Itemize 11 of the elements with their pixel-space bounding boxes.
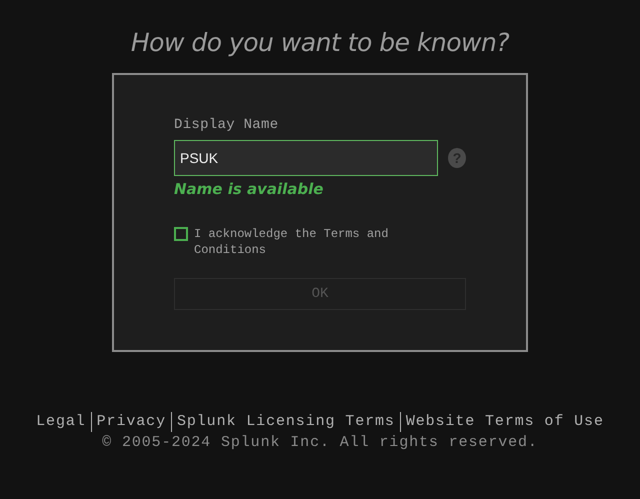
availability-message: Name is available	[174, 180, 324, 198]
footer-link[interactable]: Website Terms of Use	[400, 412, 609, 432]
footer-link[interactable]: Privacy	[90, 412, 171, 432]
field-label: Display Name	[174, 117, 280, 133]
page-heading: How do you want to be known?	[130, 28, 510, 57]
copyright-text: © 2005-2024 Splunk Inc. All rights reserved.	[102, 434, 538, 451]
footer-link[interactable]: Legal	[31, 412, 91, 432]
display-name-field[interactable]: PSUK	[174, 140, 438, 176]
footer-link[interactable]: Splunk Licensing Terms	[170, 412, 400, 432]
terms-label: I acknowledge the Terms and Conditions	[194, 226, 390, 258]
terms-checkbox[interactable]	[174, 227, 188, 241]
